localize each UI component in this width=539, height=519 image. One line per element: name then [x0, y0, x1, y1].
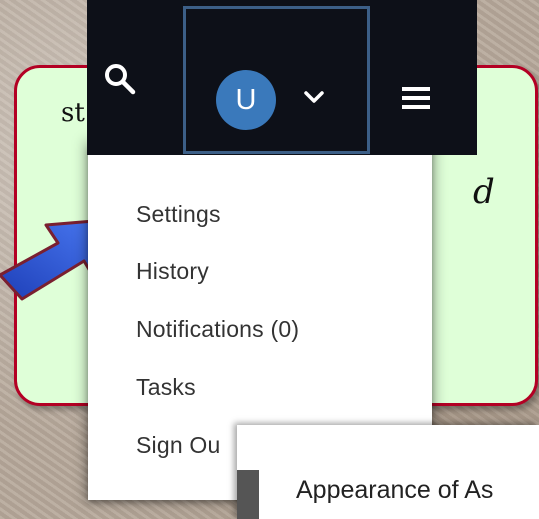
chevron-down-icon[interactable] — [303, 89, 325, 105]
callout-text-left: st — [61, 98, 85, 128]
menu-item-tasks[interactable]: Tasks — [136, 374, 196, 401]
search-icon[interactable] — [103, 62, 137, 96]
menu-item-settings[interactable]: Settings — [136, 201, 221, 228]
avatar[interactable]: U — [216, 70, 276, 130]
secondary-panel-heading: Appearance of As — [296, 476, 494, 504]
user-menu-toggle[interactable] — [183, 6, 370, 154]
hamburger-menu-icon[interactable] — [399, 83, 433, 113]
menu-item-history[interactable]: History — [136, 258, 209, 285]
menu-item-sign-out[interactable]: Sign Ou — [136, 432, 221, 459]
secondary-panel-edge — [237, 470, 259, 519]
callout-text-right: d — [473, 172, 495, 212]
menu-item-notifications[interactable]: Notifications (0) — [136, 316, 299, 343]
